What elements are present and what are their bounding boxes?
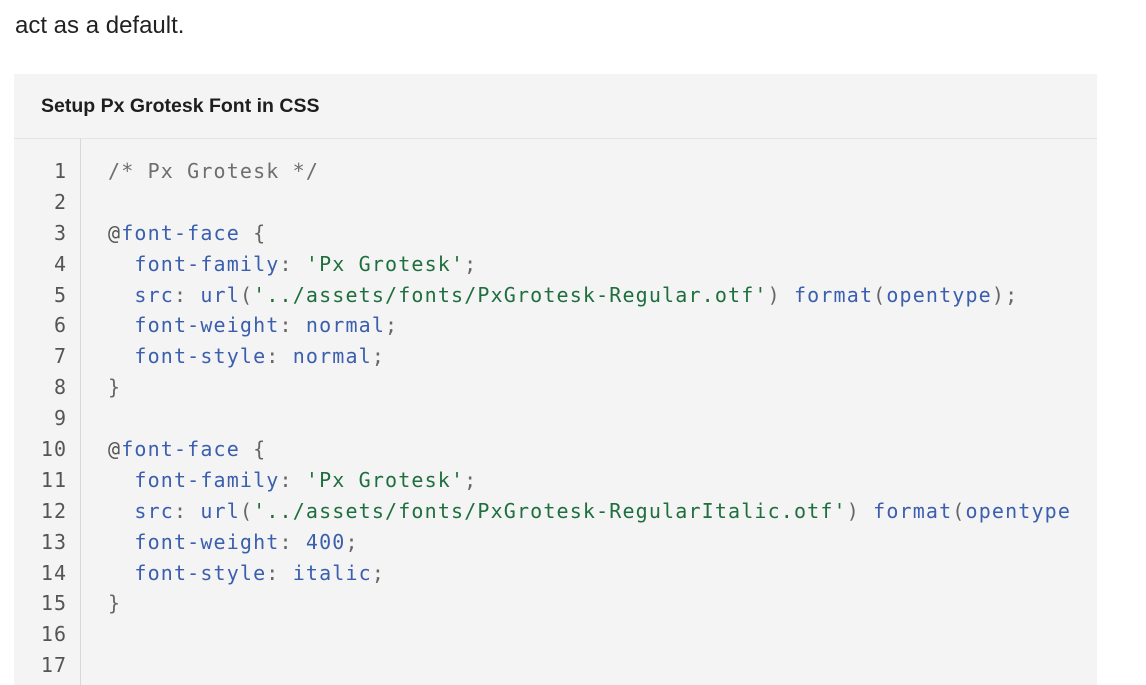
code-text: @font-face { (108, 434, 266, 465)
code-token: opentype (886, 282, 992, 307)
code-token: { (239, 220, 267, 245)
code-token: url (200, 498, 240, 523)
line-number: 9 (53, 406, 67, 431)
code-block: Setup Px Grotesk Font in CSS 1 /* Px Grot… (14, 74, 1097, 685)
code-token: 400 (305, 529, 346, 554)
code-token: format (873, 498, 953, 523)
code-text: font-weight: 400; (108, 527, 359, 558)
line-number: 12 (40, 498, 67, 523)
line-number: 4 (53, 251, 67, 276)
code-token: ( (873, 282, 887, 307)
code-text: font-style: normal; (108, 341, 385, 372)
code-token: : (266, 560, 293, 585)
code-text: } (108, 372, 121, 403)
line-number: 2 (53, 189, 67, 214)
code-token: ; (345, 529, 359, 554)
code-token: : (279, 251, 306, 276)
code-token: font-weight (108, 313, 280, 338)
code-token: ( (952, 498, 966, 523)
code-token: ) (846, 498, 874, 523)
line-number: 6 (53, 313, 67, 338)
code-text: /* Px Grotesk */ (108, 156, 319, 187)
code-token: ) (767, 282, 794, 307)
line-number: 16 (40, 622, 67, 647)
code-token: : (173, 498, 201, 523)
code-token: : (279, 467, 306, 492)
code-token: font-face (121, 220, 240, 245)
code-token: '../assets/fonts/PxGrotesk-RegularItalic… (253, 498, 847, 523)
line-number: 3 (53, 220, 67, 245)
code-token: : (279, 529, 306, 554)
code-token: font-style (108, 344, 267, 369)
code-token: font-family (108, 467, 280, 492)
code-text: @font-face { (108, 218, 266, 249)
line-number: 1 (53, 159, 67, 183)
code-token: ; (371, 344, 386, 369)
code-token: /* Px Grotesk */ (108, 159, 320, 183)
code-text: font-family: 'Px Grotesk'; (108, 249, 477, 280)
line-number: 10 (40, 437, 67, 462)
code-token: font-face (121, 437, 240, 462)
code-text: src: url('../assets/fonts/PxGrotesk-Regu… (108, 280, 1018, 311)
code-text: } (108, 588, 121, 619)
code-token: '../assets/fonts/PxGrotesk-Regular.otf' (253, 282, 768, 307)
code-token: ; (464, 251, 478, 276)
code-token: src (108, 282, 174, 307)
line-number: 11 (40, 467, 67, 492)
code-token: } (108, 591, 122, 616)
code-token: url (200, 282, 240, 307)
code-token: : (173, 282, 201, 307)
code-token: ; (464, 467, 478, 492)
code-token: format (793, 282, 874, 307)
code-token: font-style (108, 560, 267, 585)
line-number: 13 (40, 529, 67, 554)
line-number: 5 (53, 282, 67, 307)
code-token: ; (385, 313, 399, 338)
code-token: ( (239, 498, 254, 523)
line-number: 8 (53, 375, 67, 400)
line-number: 17 (40, 653, 67, 678)
line-number: 15 (40, 591, 67, 616)
code-text: font-weight: normal; (108, 310, 398, 341)
code-text: font-family: 'Px Grotesk'; (108, 465, 477, 496)
code-token: 'Px Grotesk' (305, 467, 465, 492)
code-token: } (108, 375, 122, 400)
line-number: 14 (40, 560, 67, 585)
code-token: normal (292, 344, 372, 369)
code-token: ( (239, 282, 254, 307)
code-token: 'Px Grotesk' (305, 251, 465, 276)
line-number: 7 (53, 344, 67, 369)
code-token: { (239, 437, 267, 462)
code-text: src: url('../assets/fonts/PxGrotesk-Regu… (108, 496, 1071, 527)
code-token: italic (292, 560, 372, 585)
code-block-title: Setup Px Grotesk Font in CSS (41, 94, 320, 117)
code-token: opentype (965, 498, 1072, 523)
code-token: @ (108, 437, 122, 462)
intro-paragraph: act as a default. (15, 12, 185, 39)
code-token: @ (108, 220, 122, 245)
code-token: ; (371, 560, 386, 585)
code-token: normal (305, 313, 386, 338)
code-token: font-family (108, 251, 280, 276)
code-token: ); (991, 282, 1019, 307)
code-token: : (279, 313, 306, 338)
code-block-header: Setup Px Grotesk Font in CSS (14, 74, 1097, 139)
code-token: font-weight (108, 529, 280, 554)
code-token: : (266, 344, 293, 369)
code-text: font-style: italic; (108, 558, 385, 589)
code-token: src (108, 498, 174, 523)
